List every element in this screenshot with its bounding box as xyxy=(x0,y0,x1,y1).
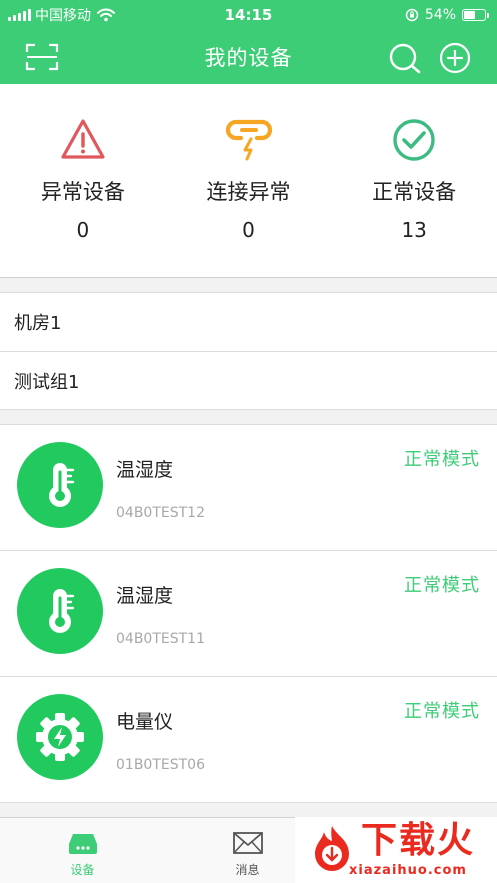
watermark: 下载火 xiazaihuo.com xyxy=(295,817,497,883)
stat-label: 异常设备 xyxy=(40,180,125,204)
device-code: 01B0TEST06 xyxy=(116,757,205,773)
device-code: 04B0TEST11 xyxy=(116,631,205,647)
add-icon[interactable] xyxy=(437,41,473,75)
group-list: 机房1 测试组1 xyxy=(0,292,497,410)
mail-icon xyxy=(232,832,263,854)
device-stats: 异常设备 0 连接异常 0 正常设备 13 xyxy=(0,84,497,278)
stat-label: 正常设备 xyxy=(372,180,457,204)
power-gear-icon xyxy=(17,694,103,780)
device-name: 温湿度 xyxy=(116,585,174,607)
device-row[interactable]: 温湿度 04B0TEST11 正常模式 xyxy=(0,551,497,677)
device-mode: 正常模式 xyxy=(404,575,480,596)
device-list: 温湿度 04B0TEST12 正常模式 温湿度 04B0TEST11 正常模式 xyxy=(0,424,497,803)
check-circle-icon xyxy=(393,119,435,161)
warning-icon xyxy=(61,119,105,159)
stat-abnormal[interactable]: 异常设备 0 xyxy=(0,84,166,277)
device-mode: 正常模式 xyxy=(404,701,480,722)
stat-normal[interactable]: 正常设备 13 xyxy=(331,84,497,277)
signal-icon xyxy=(8,9,31,21)
device-name: 电量仪 xyxy=(116,711,174,733)
device-mode: 正常模式 xyxy=(404,449,480,470)
watermark-text: 下载火 xyxy=(361,820,476,861)
app-header: 中国移动 14:15 54% 我的设备 xyxy=(0,0,497,84)
battery-icon xyxy=(462,9,489,21)
status-bar: 中国移动 14:15 54% xyxy=(0,0,497,30)
stat-count: 0 xyxy=(242,218,255,242)
thermometer-icon xyxy=(17,442,103,528)
battery-percent: 54% xyxy=(424,7,456,23)
stat-connection-error[interactable]: 连接异常 0 xyxy=(166,84,332,277)
tab-label: 消息 xyxy=(235,863,260,877)
device-row[interactable]: 电量仪 01B0TEST06 正常模式 xyxy=(0,677,497,803)
tab-devices[interactable]: 设备 xyxy=(0,818,165,883)
stat-count: 0 xyxy=(76,218,90,242)
broken-link-icon xyxy=(225,119,272,161)
page-title: 我的设备 xyxy=(204,46,293,70)
search-icon[interactable] xyxy=(386,41,424,75)
wifi-icon xyxy=(97,8,115,22)
group-item[interactable]: 测试组1 xyxy=(0,351,497,409)
carrier-name: 中国移动 xyxy=(35,8,91,24)
nav-bar: 我的设备 xyxy=(0,30,497,84)
thermometer-icon xyxy=(17,568,103,654)
group-item[interactable]: 机房1 xyxy=(0,293,497,351)
rotation-lock-icon xyxy=(405,8,419,22)
device-row[interactable]: 温湿度 04B0TEST12 正常模式 xyxy=(0,425,497,551)
device-code: 04B0TEST12 xyxy=(116,505,205,521)
stat-count: 13 xyxy=(401,218,427,242)
stat-label: 连接异常 xyxy=(206,180,291,204)
device-icon xyxy=(68,834,97,854)
scan-icon[interactable] xyxy=(24,41,60,73)
watermark-url: xiazaihuo.com xyxy=(349,863,467,878)
device-name: 温湿度 xyxy=(116,459,174,481)
tab-label: 设备 xyxy=(70,863,95,877)
